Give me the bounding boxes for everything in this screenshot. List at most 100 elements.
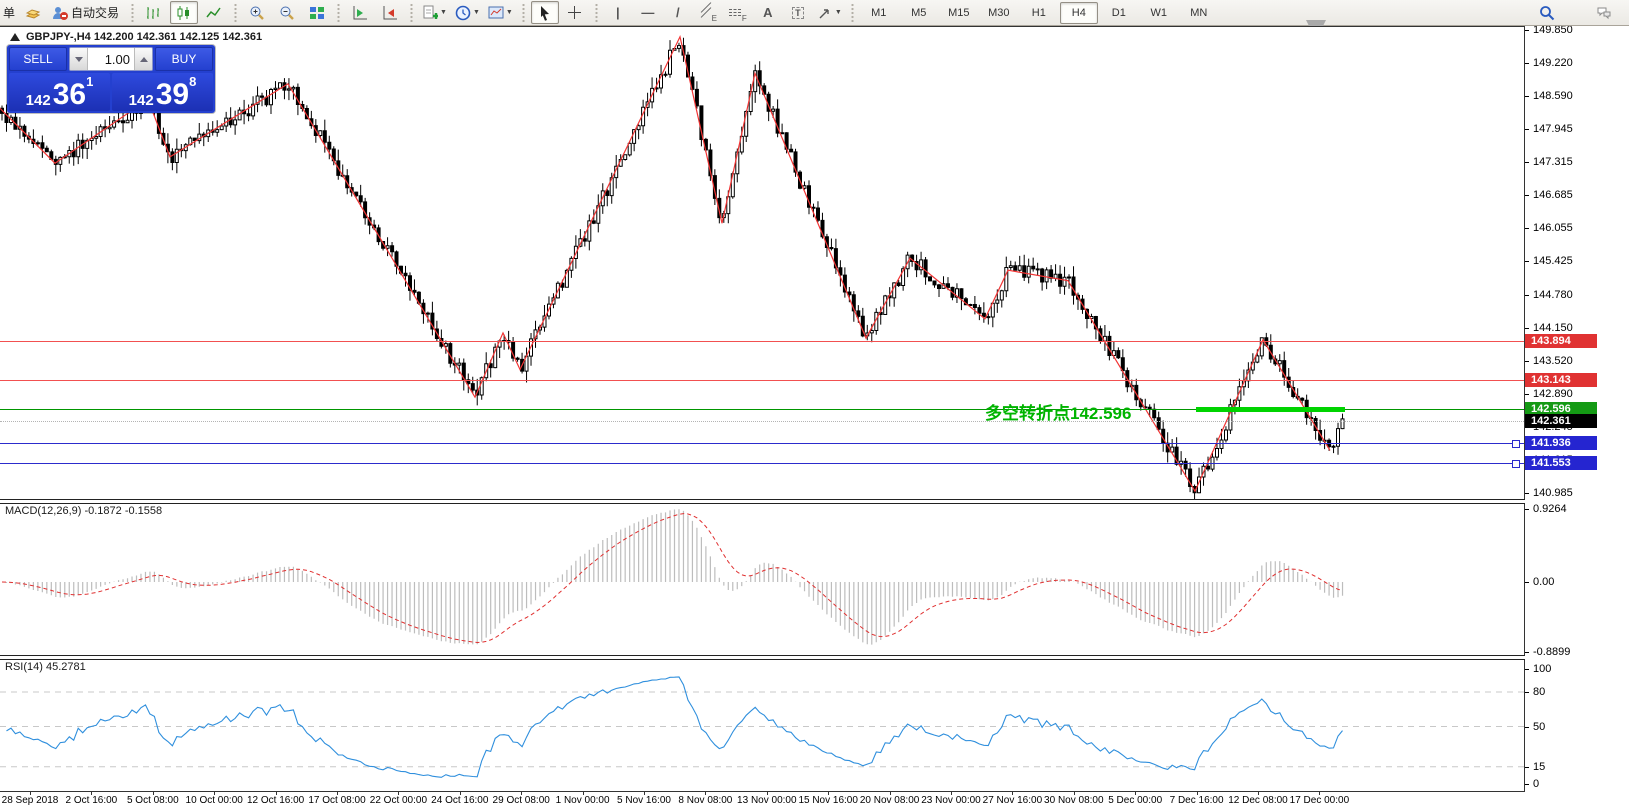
- rsi-axis-label: 0: [1533, 778, 1540, 790]
- macd-axis-tick: [1525, 582, 1529, 583]
- one-click-collapse-icon[interactable]: [10, 33, 20, 41]
- timeframe-button-h1[interactable]: H1: [1020, 2, 1058, 24]
- bar-chart-icon: [147, 6, 160, 19]
- autotrading-icon: [53, 6, 69, 20]
- resistance-upper-line[interactable]: [0, 341, 1524, 343]
- price-axis-label: 145.425: [1533, 255, 1573, 268]
- time-axis-label: 30 Nov 08:00: [1044, 795, 1104, 806]
- support-upper-handle[interactable]: [1512, 440, 1520, 449]
- volume-input[interactable]: [88, 48, 134, 70]
- volume-control: [69, 47, 153, 71]
- timeframe-button-m1[interactable]: M1: [860, 2, 898, 24]
- chat-button[interactable]: [1590, 1, 1618, 24]
- pivot-highlight-bar[interactable]: [1196, 406, 1345, 412]
- rsi-pane-divider[interactable]: [0, 655, 1629, 660]
- price-axis-label: 147.315: [1533, 156, 1573, 169]
- rsi-label: RSI(14) 45.2781: [5, 661, 86, 673]
- line-chart-button[interactable]: [200, 1, 228, 24]
- chart-shift-icon: [353, 5, 368, 19]
- timeframe-button-m30[interactable]: M30: [980, 2, 1018, 24]
- time-axis: 28 Sep 2018 2 Oct 16:00 5 Oct 08:00 10 Oct …: [0, 791, 1629, 808]
- time-axis-label: 1 Nov 00:00: [555, 795, 610, 806]
- resistance-lower-line[interactable]: [0, 380, 1524, 382]
- arrows-tool[interactable]: ▼: [814, 1, 845, 24]
- dropdown-caret-icon: ▼: [505, 9, 513, 16]
- zoom-out-button[interactable]: [273, 1, 301, 24]
- dropdown-caret-icon: ▼: [834, 9, 842, 16]
- support-lower-handle[interactable]: [1512, 460, 1520, 469]
- trendline-tool[interactable]: /: [664, 1, 692, 24]
- volume-decrease-button[interactable]: [70, 48, 88, 70]
- toolbar-grip[interactable]: [520, 3, 526, 22]
- template-button[interactable]: ▼: [485, 1, 516, 24]
- toolbar-grip[interactable]: [336, 3, 342, 22]
- period-button[interactable]: ▼: [452, 1, 483, 24]
- sell-price-box[interactable]: 142 36 1: [9, 73, 110, 111]
- tile-windows-icon: [310, 6, 325, 19]
- toolbar-grip[interactable]: [849, 3, 855, 22]
- toolbar-grip[interactable]: [233, 3, 239, 22]
- buy-price-box[interactable]: 142 39 8: [112, 73, 213, 111]
- sell-price-big: 36: [52, 78, 87, 111]
- time-axis-label: 17 Dec 00:00: [1289, 795, 1350, 806]
- price-axis-label: 146.055: [1533, 222, 1573, 235]
- timeframe-button-m5[interactable]: M5: [900, 2, 938, 24]
- crosshair-button[interactable]: [561, 1, 589, 24]
- search-button[interactable]: [1533, 1, 1561, 24]
- autotrading-button[interactable]: 自动交易: [49, 1, 125, 24]
- time-axis-label: 12 Dec 08:00: [1228, 795, 1288, 806]
- new-order-button[interactable]: [19, 1, 47, 24]
- timeframe-button-d1[interactable]: D1: [1100, 2, 1138, 24]
- new-order-label[interactable]: 单: [0, 4, 18, 21]
- rsi-axis-tick: [1525, 784, 1529, 785]
- vertical-line-tool[interactable]: |: [604, 1, 632, 24]
- candlestick-chart-button[interactable]: [170, 1, 199, 24]
- price-axis-tick: [1525, 30, 1529, 31]
- chart-autoscroll-button[interactable]: [376, 1, 404, 24]
- mt4-window: 单 自动交易 ▼ ▼ ▼ | — / E F A T ▼ M1 M5 M15 M…: [0, 0, 1629, 808]
- support-lower-line[interactable]: [0, 463, 1524, 465]
- toolbar-grip[interactable]: [409, 3, 415, 22]
- channel-tool[interactable]: E: [694, 1, 722, 24]
- timeframe-button-w1[interactable]: W1: [1140, 2, 1178, 24]
- bar-chart-button[interactable]: [140, 1, 168, 24]
- support-upper-line[interactable]: [0, 443, 1524, 445]
- text-label-tool[interactable]: T: [784, 1, 812, 24]
- fibonacci-sub-label: F: [741, 14, 747, 23]
- macd-label: MACD(12,26,9) -0.1872 -0.1558: [5, 505, 163, 517]
- toolbar-grip[interactable]: [593, 3, 599, 22]
- toolbar-grip[interactable]: [130, 3, 136, 22]
- chart-shift-button[interactable]: [346, 1, 374, 24]
- period-clock-icon: [455, 5, 471, 20]
- cursor-button[interactable]: [530, 1, 559, 24]
- time-axis-label: 29 Oct 08:00: [492, 795, 550, 806]
- price-axis-tick: [1525, 360, 1529, 362]
- fibonacci-tool[interactable]: F: [724, 1, 752, 24]
- text-tool[interactable]: A: [754, 1, 782, 24]
- add-indicator-button[interactable]: ▼: [419, 1, 450, 24]
- buy-button[interactable]: BUY: [155, 47, 213, 71]
- macd-pane-divider[interactable]: [0, 499, 1629, 504]
- price-axis-tick: [1525, 393, 1529, 395]
- horizontal-line-tool[interactable]: —: [634, 1, 662, 24]
- time-axis-label: 13 Nov 00:00: [737, 795, 797, 806]
- timeframe-button-m15[interactable]: M15: [940, 2, 978, 24]
- crosshair-icon: [568, 6, 582, 19]
- tile-windows-button[interactable]: [303, 1, 331, 24]
- zoom-in-button[interactable]: [243, 1, 271, 24]
- rsi-axis-tick: [1525, 766, 1529, 768]
- rsi-axis-label: 15: [1533, 760, 1546, 773]
- volume-increase-button[interactable]: [134, 48, 152, 70]
- sell-button[interactable]: SELL: [9, 47, 67, 71]
- current-price-line[interactable]: [0, 421, 1524, 423]
- price-axis-tick: [1525, 195, 1529, 197]
- timeframe-button-mn[interactable]: MN: [1180, 2, 1218, 24]
- timeframe-button-h4[interactable]: H4: [1059, 1, 1098, 24]
- search-icon: [1540, 5, 1555, 20]
- channel-icon: [699, 1, 711, 19]
- macd-axis-tick: [1525, 509, 1529, 511]
- zoom-in-icon: [250, 6, 264, 20]
- chart-autoscroll-icon: [383, 5, 398, 19]
- price-axis-label: 147.945: [1533, 123, 1573, 136]
- chart-scrollbar-thumb[interactable]: [1306, 20, 1326, 26]
